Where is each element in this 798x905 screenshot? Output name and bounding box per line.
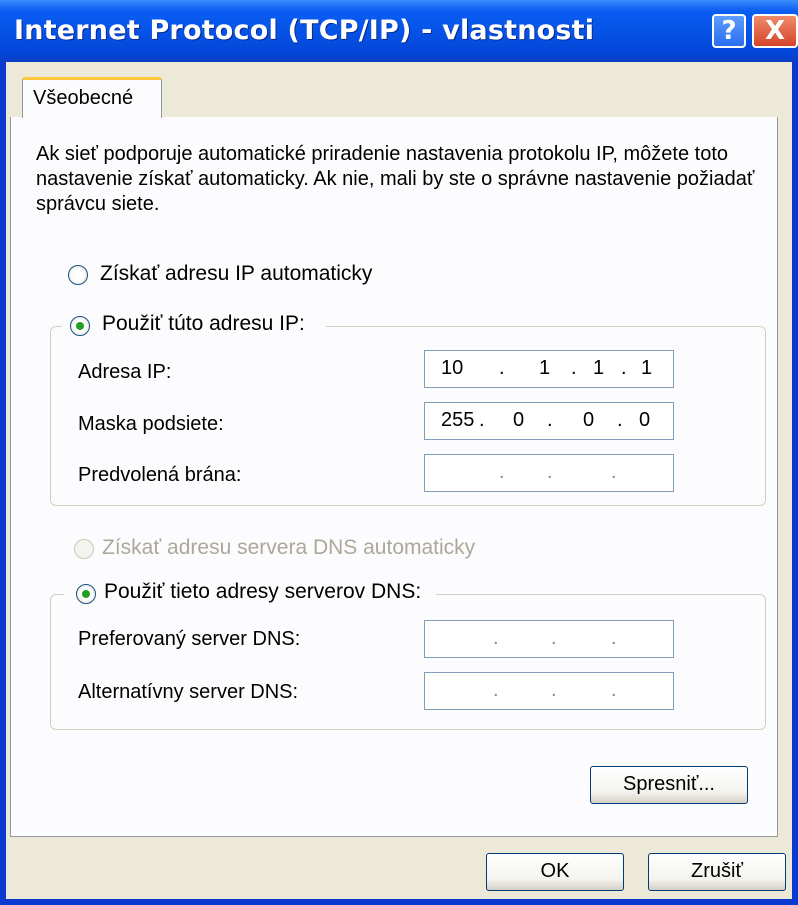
help-icon: ? [721,16,737,46]
cancel-button[interactable]: Zrušiť [648,853,786,891]
subnet-mask-label: Maska podsiete: [78,413,224,435]
close-icon: X [764,16,786,46]
ip-manual-radio[interactable] [70,316,90,336]
dns-manual-radio[interactable] [76,584,96,604]
alternate-dns-input[interactable]: . . . [424,672,674,710]
ip-auto-label[interactable]: Získať adresu IP automaticky [100,262,372,286]
subnet-mask-input[interactable]: 255 . 0 . 0 . 0 [424,402,674,440]
radio-selected-dot [76,322,84,330]
default-gateway-label: Predvolená brána: [78,464,242,486]
dns-auto-label[interactable]: Získať adresu servera DNS automaticky [102,536,475,560]
ip-auto-radio[interactable] [68,265,88,285]
octet: 255 [441,409,475,431]
help-button[interactable]: ? [712,14,746,48]
tab-general[interactable]: Všeobecné [22,77,162,118]
octet: 1 [641,357,653,379]
preferred-dns-label: Preferovaný server DNS: [78,628,301,650]
ip-address-label: Adresa IP: [78,361,172,383]
dns-auto-radio[interactable] [74,539,94,559]
intro-text: Ak sieť podporuje automatické priradenie… [36,143,755,215]
octet: 0 [639,409,651,431]
title-bar[interactable]: Internet Protocol (TCP/IP) - vlastnosti … [0,0,798,62]
default-gateway-input[interactable]: . . . [424,454,674,492]
close-button[interactable]: X [752,14,798,48]
advanced-button[interactable]: Spresniť... [590,766,748,804]
radio-selected-dot [82,590,90,598]
octet: 0 [583,409,595,431]
ip-manual-label[interactable]: Použiť túto adresu IP: [102,312,305,336]
preferred-dns-input[interactable]: . . . [424,620,674,658]
octet: 1 [593,357,605,379]
ok-button[interactable]: OK [486,853,624,891]
dns-manual-label[interactable]: Použiť tieto adresy serverov DNS: [104,580,421,604]
window-title: Internet Protocol (TCP/IP) - vlastnosti [14,15,595,46]
ip-address-input[interactable]: 10 . 1 . 1 . 1 [424,350,674,388]
octet: 1 [539,357,551,379]
alternate-dns-label: Alternatívny server DNS: [78,681,299,703]
octet: 10 [441,357,464,379]
octet: 0 [513,409,525,431]
